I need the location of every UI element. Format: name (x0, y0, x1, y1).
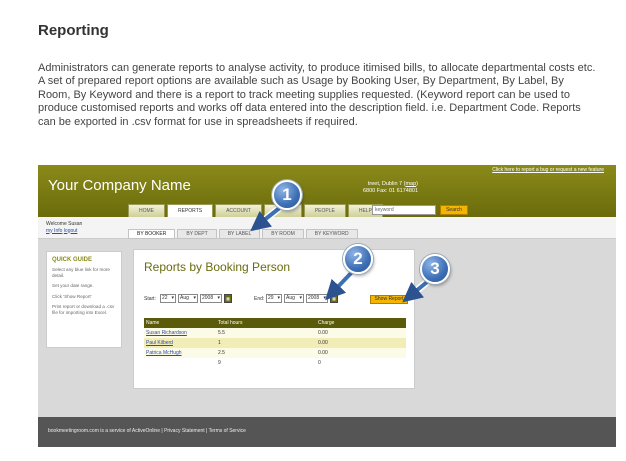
start-year-select[interactable]: 2008 (200, 294, 222, 303)
search-button[interactable]: Search (440, 205, 468, 215)
subtab-by-keyword[interactable]: BY KEYWORD (305, 229, 358, 239)
map-link[interactable]: map (405, 181, 416, 187)
address-block: treet, Dublin 7 (map) 6800 Fax: 01 61748… (298, 181, 418, 195)
end-year-select[interactable]: 2008 (306, 294, 328, 303)
quick-guide-item: Select any blue link for more detail. (52, 267, 110, 278)
tab-home[interactable]: HOME (128, 204, 165, 217)
booker-link[interactable]: Paul Kilberd (146, 340, 173, 346)
col-total-hours: Total hours (216, 318, 316, 328)
quick-guide-item: Print report or download a .csv file for… (52, 304, 115, 315)
my-info-link[interactable]: my Info (46, 228, 62, 234)
end-day-select[interactable]: 29 (266, 294, 282, 303)
subtab-by-room[interactable]: BY ROOM (262, 229, 304, 239)
col-charge: Charge (316, 318, 406, 328)
address-line-1: treet, Dublin 7 ( (367, 181, 406, 187)
end-label: End: (254, 296, 265, 302)
table-row: Susan Richardson 5.5 0.00 (144, 328, 406, 338)
charge-cell: 0.00 (316, 338, 406, 348)
report-table: Name Total hours Charge Susan Richardson… (144, 318, 406, 368)
keyword-input[interactable]: keyword (372, 205, 436, 215)
subtab-by-label[interactable]: BY LABEL (218, 229, 261, 239)
table-row: Paul Kilberd 1 0.00 (144, 338, 406, 348)
total-label-cell (144, 358, 216, 368)
booker-link[interactable]: Patrica McHugh (146, 350, 182, 356)
tab-people[interactable]: PEOPLE (303, 204, 346, 217)
hours-cell: 1 (216, 338, 316, 348)
hours-cell: 5.5 (216, 328, 316, 338)
quick-guide-item: Click 'Show Report' (52, 293, 92, 299)
welcome-text: Welcome Susan (46, 221, 83, 227)
start-day-select[interactable]: 22 (160, 294, 176, 303)
address-line-1-end: ) (416, 181, 418, 187)
subtab-by-booker[interactable]: BY BOOKER (128, 229, 176, 239)
company-name: Your Company Name (48, 177, 191, 194)
booker-link[interactable]: Susan Richardson (146, 330, 187, 336)
table-row: Patrica McHugh 2.5 0.00 (144, 348, 406, 358)
callout-2-badge: 2 (343, 244, 373, 274)
welcome-block: Welcome Susan my Info logout (46, 221, 82, 234)
report-bug-link[interactable]: Click here to report a bug or request a … (492, 167, 604, 173)
app-screenshot: Your Company Name Click here to report a… (38, 165, 616, 447)
page-title: Reporting (38, 22, 109, 39)
tab-account[interactable]: ACCOUNT (215, 204, 262, 217)
date-range-row: Start: 22 Aug 2008 ▦ End: 29 Aug 2008 ▦ … (144, 294, 408, 306)
sub-nav-bar: Welcome Susan my Info logout BY BOOKER B… (38, 217, 616, 239)
address-line-2: 6800 Fax: 01 6174801 (362, 188, 418, 194)
footer-links: bookmeetingroom.com is a service of Acti… (48, 428, 246, 434)
start-calendar-icon[interactable]: ▦ (224, 294, 232, 303)
end-month-select[interactable]: Aug (284, 294, 304, 303)
end-calendar-icon[interactable]: ▦ (330, 294, 338, 303)
app-footer: bookmeetingroom.com is a service of Acti… (38, 417, 616, 447)
quick-guide: QUICK GUIDE Select any blue link for mor… (46, 251, 122, 348)
table-total-row: 9 0 (144, 358, 406, 368)
table-header-row: Name Total hours Charge (144, 318, 406, 328)
charge-cell: 0.00 (316, 348, 406, 358)
report-panel: Reports by Booking Person Start: 22 Aug … (133, 249, 415, 389)
main-nav: HOME REPORTS ACCOUNT PEOPLE HELP (128, 204, 383, 217)
report-title: Reports by Booking Person (144, 260, 291, 274)
start-month-select[interactable]: Aug (178, 294, 198, 303)
callout-3-badge: 3 (420, 254, 450, 284)
charge-cell: 0.00 (316, 328, 406, 338)
logout-link[interactable]: logout (64, 228, 78, 234)
hours-cell: 2.5 (216, 348, 316, 358)
tab-reports[interactable]: REPORTS (167, 204, 214, 217)
callout-1-badge: 1 (272, 180, 302, 210)
description-paragraph: Administrators can generate reports to a… (38, 62, 596, 128)
report-subtabs: BY BOOKER BY DEPT BY LABEL BY ROOM BY KE… (128, 229, 358, 239)
subtab-by-dept[interactable]: BY DEPT (177, 229, 217, 239)
app-header: Your Company Name Click here to report a… (38, 165, 616, 217)
show-report-button[interactable]: Show Report (370, 295, 408, 304)
col-name: Name (144, 318, 216, 328)
start-label: Start: (144, 296, 156, 302)
quick-guide-item: Set your date range. (52, 283, 94, 289)
total-hours-cell: 9 (216, 358, 316, 368)
total-charge-cell: 0 (316, 358, 406, 368)
quick-guide-title: QUICK GUIDE (52, 257, 93, 263)
